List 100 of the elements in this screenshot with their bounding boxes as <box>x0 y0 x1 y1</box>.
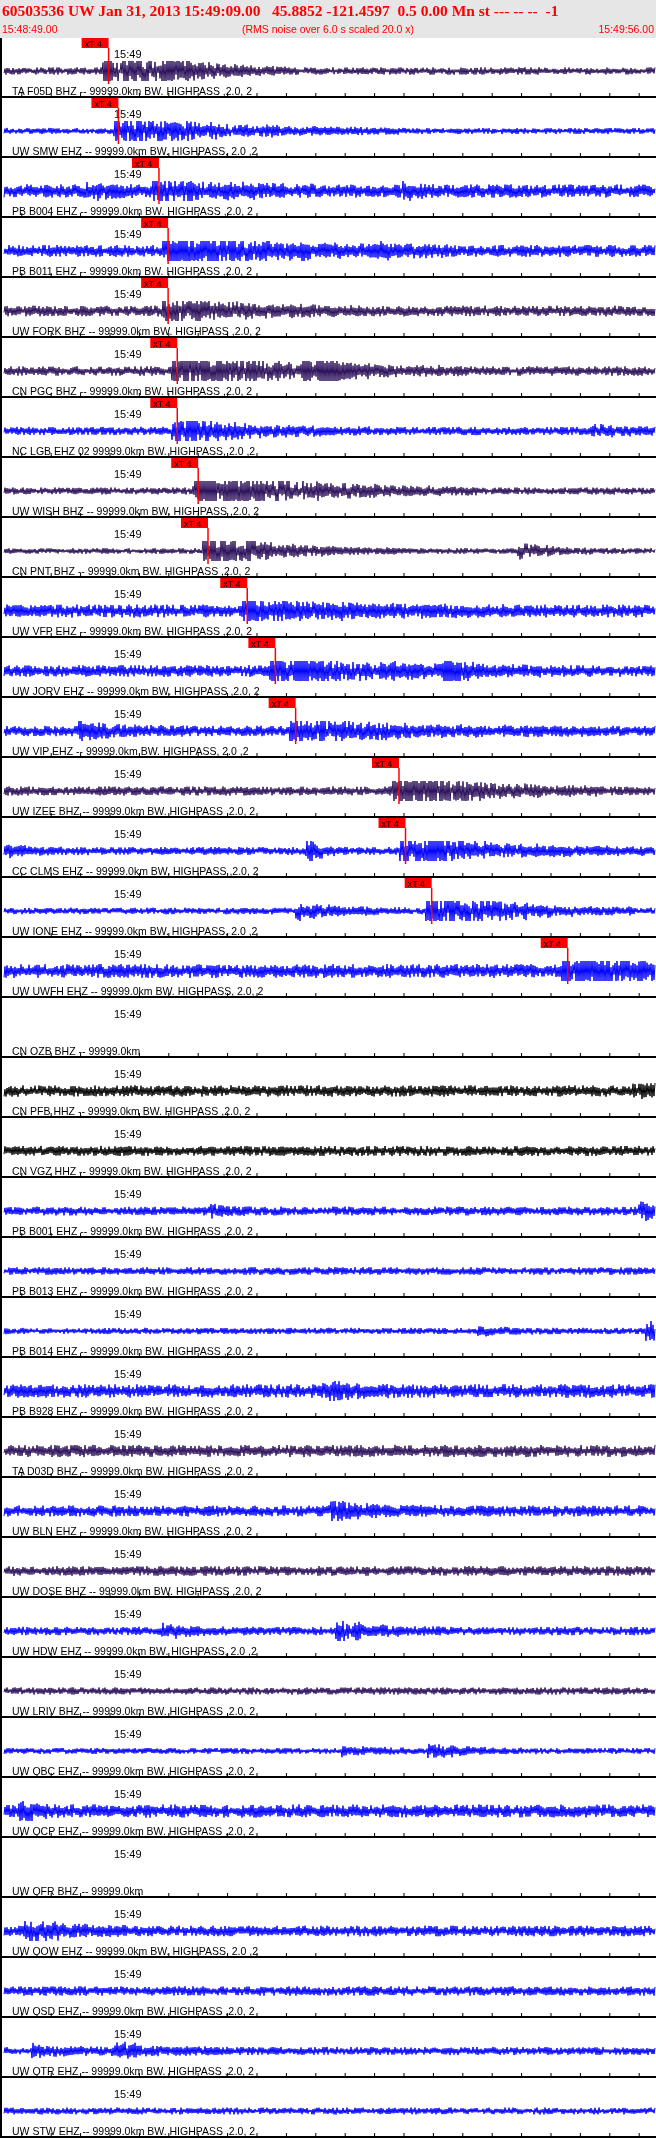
time-label: 15:49 <box>114 1428 142 1440</box>
time-label: 15:49 <box>114 888 142 900</box>
station-label: UW WISH BHZ -- 99999.0km BW. HIGHPASS ,2.0, 2 <box>12 505 260 517</box>
station-label: TA D03D BHZ -- 99999.0km BW. HIGHPASS ,2.0, 2 <box>12 1465 254 1477</box>
time-label: 15:49 <box>114 588 142 600</box>
time-label: 15:49 <box>114 408 142 420</box>
time-label: 15:49 <box>114 1908 142 1920</box>
station-label: UW STW EHZ -- 99999.0km BW. HIGHPASS ,2.0, 2 <box>12 2125 256 2137</box>
pick-flag: xT 4 <box>141 278 169 289</box>
station-label: UW JORV EHZ -- 99999.0km BW. HIGHPASS ,2.0, 2 <box>12 685 260 697</box>
station-label: CN PFB HHZ -- 99999.0km BW. HIGHPASS ,2.0, 2 <box>12 1105 251 1117</box>
pick-line <box>107 47 110 85</box>
time-label: 15:49 <box>114 48 142 60</box>
pick-flag: xT 4 <box>378 818 406 829</box>
time-label: 15:49 <box>114 2088 142 2100</box>
pick-line <box>246 587 248 625</box>
pick-line <box>207 527 209 565</box>
station-label: UW SMW EHZ -- 99999.0km BW. HIGHPASS, 2.0 ,2 <box>12 145 258 157</box>
time-label: 15:49 <box>114 2028 142 2040</box>
pick-flag: xT 4 <box>372 758 399 769</box>
start-time: 15:48:49.00 <box>2 22 58 36</box>
pick-line <box>167 227 169 265</box>
time-label: 15:49 <box>114 168 142 180</box>
station-label: UW QBC EHZ -- 99999.0km BW. HIGHPASS ,2.0, 2 <box>12 1765 255 1777</box>
time-label: 15:49 <box>114 1788 142 1800</box>
pick-line <box>176 347 178 385</box>
time-label: 15:49 <box>114 1968 142 1980</box>
pick-flag: xT 4 <box>150 338 178 349</box>
time-label: 15:49 <box>114 528 142 540</box>
scale-note: (RMS noise over 6.0 s scaled 20.0 x) <box>241 22 415 36</box>
time-label: 15:49 <box>114 1068 142 1080</box>
time-label: 15:49 <box>114 1008 142 1020</box>
pick-flag: xT 4 <box>540 938 568 949</box>
pick-flag: xT 4 <box>141 218 169 229</box>
pick-line <box>176 407 178 445</box>
time-label: 15:49 <box>114 1188 142 1200</box>
pick-flag: xT 4 <box>131 158 159 169</box>
station-label: UW VIP EHZ -- 99999.0km BW. HIGHPASS, 2.0 ,2 <box>12 745 249 757</box>
pick-line <box>167 287 169 325</box>
time-label: 15:49 <box>114 228 142 240</box>
time-label: 15:49 <box>114 948 142 960</box>
pick-flag: xT 4 <box>81 38 109 49</box>
station-label: UW LRIV BHZ -- 99999.0km BW. HIGHPASS ,2.0, 2 <box>12 1705 256 1717</box>
station-label: UW IONE EHZ -- 99999.0km BW. HIGHPASS, 2.0 ,2 <box>12 925 258 937</box>
time-label: 15:49 <box>114 1368 142 1380</box>
time-label: 15:49 <box>114 348 142 360</box>
station-label: UW BLN EHZ -- 99999.0km BW. HIGHPASS ,2.0, 2 <box>12 1525 253 1537</box>
station-label: TA F05D BHZ -- 99999.0km BW. HIGHPASS ,2.0, 2 <box>12 85 253 97</box>
pick-line <box>274 647 277 685</box>
station-label: PB B011 EHZ -- 99999.0km BW. HIGHPASS ,2.0, 2 <box>12 265 253 277</box>
time-label: 15:49 <box>114 1548 142 1560</box>
pick-line <box>566 947 569 985</box>
time-label: 15:49 <box>114 708 142 720</box>
pick-flag: xT 4 <box>150 398 178 409</box>
station-label: UW QCP EHZ -- 99999.0km BW. HIGHPASS ,2.0, 2 <box>12 1825 255 1837</box>
pick-line <box>197 467 199 505</box>
station-label: UW QTR EHZ -- 99999.0km BW. HIGHPASS ,2.0, 2 <box>12 2065 254 2077</box>
time-label: 15:49 <box>114 1308 142 1320</box>
time-label: 15:49 <box>114 288 142 300</box>
time-label: 15:49 <box>114 1248 142 1260</box>
pick-flag: xT 4 <box>268 698 296 709</box>
station-label: PB B014 EHZ -- 99999.0km BW. HIGHPASS ,2.0, 2 <box>12 1345 253 1357</box>
pick-line <box>430 887 433 925</box>
time-label: 15:49 <box>114 1848 142 1860</box>
pick-flag: xT 4 <box>220 578 248 589</box>
pick-flag: xT 4 <box>248 638 276 649</box>
pick-line <box>398 767 400 805</box>
station-label: UW QSD EHZ -- 99999.0km BW. HIGHPASS ,2.0, 2 <box>12 2005 255 2017</box>
time-label: 15:49 <box>114 1488 142 1500</box>
time-label: 15:49 <box>114 1608 142 1620</box>
station-label: CN PGC BHZ -- 99999.0km BW. HIGHPASS ,2.0, 2 <box>12 385 253 397</box>
event-title: 60503536 UW Jan 31, 2013 15:49:09.00 45.8852 -121.4597 0.5 0.00 Mn st --- -- -- -1 <box>2 1 560 21</box>
pick-line <box>158 167 160 205</box>
station-label: UW VFP EHZ -- 99999.0km BW. HIGHPASS ,2.0, 2 <box>12 625 252 637</box>
station-label: PB B004 EHZ -- 99999.0km BW. HIGHPASS ,2.0, 2 <box>12 205 253 217</box>
station-label: PB B928 EHZ -- 99999.0km BW. HIGHPASS ,2.0, 2 <box>12 1405 253 1417</box>
station-label: UW FORK BHZ -- 99999.0km BW. HIGHPASS ,2.0, 2 <box>12 325 261 337</box>
time-label: 15:49 <box>114 768 142 780</box>
time-label: 15:49 <box>114 828 142 840</box>
time-label: 15:49 <box>114 648 142 660</box>
time-label: 15:49 <box>114 1728 142 1740</box>
station-label: CN OZB BHZ -- 99999.0km <box>12 1045 141 1057</box>
station-label: NC LGB EHZ 02 99999.0km BW. HIGHPASS, 2.0 ,2 <box>12 445 256 457</box>
station-label: UW DOSE BHZ -- 99999.0km BW. HIGHPASS ,2.0, 2 <box>12 1585 262 1597</box>
pick-line <box>404 827 407 865</box>
pick-line <box>294 707 297 745</box>
station-label: UW UWFH EHZ -- 99999.0km BW. HIGHPASS, 2.0, 2 <box>12 985 264 997</box>
station-label: UW QFR BHZ -- 99999.0km <box>12 1885 144 1897</box>
time-label: 15:49 <box>114 1128 142 1140</box>
pick-flag: xT 4 <box>91 98 119 109</box>
time-label: 15:49 <box>114 1668 142 1680</box>
station-label: CC CLMS EHZ -- 99999.0km BW. HIGHPASS ,2.0, 2 <box>12 865 259 877</box>
station-label: UW QOW EHZ -- 99999.0km BW. HIGHPASS, 2.0 ,2 <box>12 1945 259 1957</box>
station-label: PB B001 EHZ -- 99999.0km BW. HIGHPASS ,2.0, 2 <box>12 1225 253 1237</box>
end-time: 15:49:56.00 <box>598 22 654 36</box>
station-label: PB B013 EHZ -- 99999.0km BW. HIGHPASS ,2.0, 2 <box>12 1285 253 1297</box>
station-label: CN PNT BHZ -- 99999.0km BW. HIGHPASS ,2.0, 2 <box>12 565 251 577</box>
station-label: UW IZEE BHZ -- 99999.0km BW. HIGHPASS ,2.0, 2 <box>12 805 256 817</box>
time-label: 15:49 <box>114 468 142 480</box>
pick-flag: xT 4 <box>171 458 199 469</box>
